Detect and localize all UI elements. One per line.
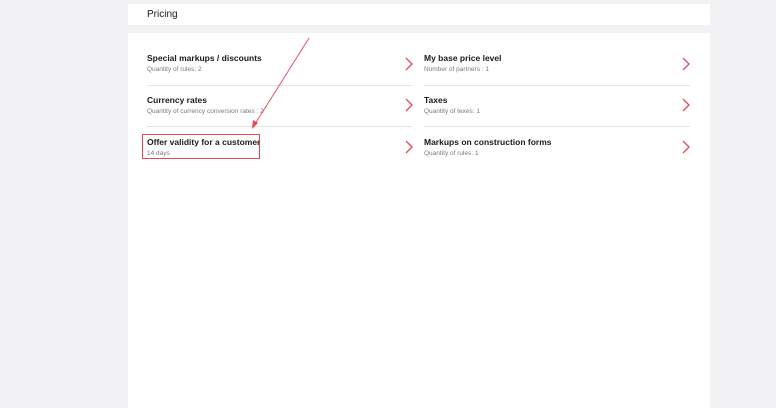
highlight-box xyxy=(142,134,260,159)
settings-item-subtitle: Quantity of currency conversion rates : … xyxy=(147,108,264,115)
row-divider xyxy=(424,126,690,127)
settings-item-title: My base price level xyxy=(424,53,502,63)
settings-item-taxes[interactable]: Taxes Quantity of texes: 1 xyxy=(424,95,689,135)
settings-item-title: Taxes xyxy=(424,95,448,105)
chevron-right-icon[interactable] xyxy=(403,98,415,112)
page-header: Pricing xyxy=(128,4,710,25)
chevron-right-icon[interactable] xyxy=(680,57,692,71)
settings-item-construction-markups[interactable]: Markups on construction forms Quantity o… xyxy=(424,137,689,177)
settings-item-currency-rates[interactable]: Currency rates Quantity of currency conv… xyxy=(147,95,412,135)
chevron-right-icon[interactable] xyxy=(403,140,415,154)
row-divider xyxy=(147,126,412,127)
settings-item-subtitle: Number of partners : 1 xyxy=(424,66,490,73)
settings-item-base-price-level[interactable]: My base price level Number of partners :… xyxy=(424,53,689,93)
settings-item-title: Markups on construction forms xyxy=(424,137,552,147)
row-divider xyxy=(424,85,690,86)
row-divider xyxy=(147,85,412,86)
pricing-settings-panel: Special markups / discounts Quantity of … xyxy=(128,33,710,408)
settings-item-subtitle: Quantity of texes: 1 xyxy=(424,108,481,115)
settings-item-special-markups[interactable]: Special markups / discounts Quantity of … xyxy=(147,53,412,93)
settings-item-title: Currency rates xyxy=(147,95,208,105)
chevron-right-icon[interactable] xyxy=(680,140,692,154)
chevron-right-icon[interactable] xyxy=(680,98,692,112)
settings-item-subtitle: Quantity of rules: 1 xyxy=(424,150,479,157)
chevron-right-icon[interactable] xyxy=(403,57,415,71)
page-title: Pricing xyxy=(147,9,178,20)
settings-item-title: Special markups / discounts xyxy=(147,53,262,63)
settings-item-subtitle: Quantity of rules: 2 xyxy=(147,66,202,73)
